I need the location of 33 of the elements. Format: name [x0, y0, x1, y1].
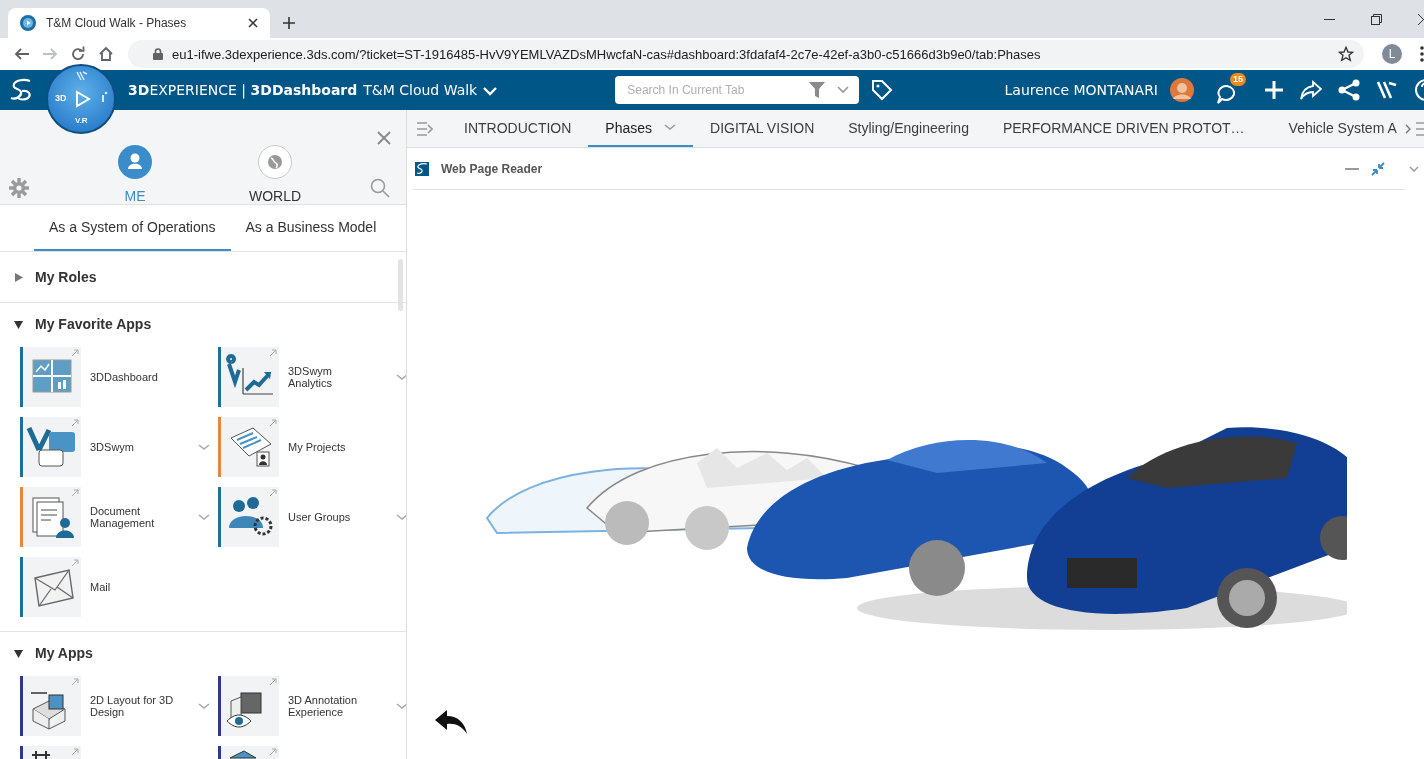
app-name[interactable]: 3D Annotation Experience: [288, 694, 378, 718]
section-header[interactable]: My Roles: [0, 252, 406, 302]
dashboard-tab[interactable]: PERFORMANCE DRIVEN PROTOT…: [985, 110, 1262, 147]
notification-count: 15: [1230, 73, 1246, 86]
app-name[interactable]: 3DDashboard: [90, 371, 180, 383]
app-name[interactable]: Document Management: [90, 505, 180, 529]
dashboard-tab[interactable]: Phases: [588, 110, 694, 147]
dashboard-tab[interactable]: Vehicle System A: [1271, 110, 1403, 147]
section-header[interactable]: My Apps: [0, 638, 406, 668]
view-tab[interactable]: As a Business Model: [230, 205, 392, 251]
app-name[interactable]: User Groups: [288, 511, 378, 523]
app-name[interactable]: Mail: [90, 581, 180, 593]
dashboard-selector[interactable]: T&M Cloud Walk: [363, 82, 478, 98]
app-name[interactable]: 3DSwym: [90, 441, 180, 453]
dashboard-tab[interactable]: INTRODUCTION: [447, 110, 589, 147]
user-name[interactable]: Laurence MONTANARI: [1004, 82, 1158, 98]
tab-title: T&M Cloud Walk - Phases: [46, 16, 188, 30]
compass-label: 3D: [55, 93, 67, 103]
search-field[interactable]: Search In Current Tab: [625, 82, 797, 98]
app-name[interactable]: 2D Layout for 3D Design: [90, 694, 180, 718]
dashboard-tab[interactable]: Styling/Engineering: [831, 110, 986, 147]
widget-title: Web Page Reader: [441, 161, 543, 176]
app-title: 3DEXPERIENCE | 3DDashboard: [128, 82, 358, 98]
app-name[interactable]: My Projects: [288, 441, 378, 453]
dashboard-tab[interactable]: DIGITAL VISION: [693, 110, 832, 147]
browser-tab[interactable]: T&M Cloud Walk - Phases: [8, 8, 270, 38]
search-bar[interactable]: Search In Current Tab: [615, 76, 859, 104]
section-header[interactable]: My Favorite Apps: [0, 309, 406, 339]
view-tab[interactable]: As a System of Operations: [34, 205, 231, 251]
app-name[interactable]: 3DSwym Analytics: [288, 365, 378, 389]
compass-label: V.R: [75, 116, 88, 125]
address-bar[interactable]: eu1-ifwe.3dexperience.3ds.com/?ticket=ST-1916485-HvV9YEMLVAZDsMHwcfaN-cas#dashboard:3fdafaf4-2c7e-42ef-a3b0-c51666d3b9e0/tab:Phases: [128, 40, 1364, 68]
url-text: eu1-ifwe.3dexperience.3ds.com/?ticket=ST-1916485-HvV9YEMLVAZDsMHwcfaN-cas#dashboard:3fdafaf4-2c7e-42ef-a3b0-c51666d3b9e0/tab:Phases: [172, 46, 1042, 62]
